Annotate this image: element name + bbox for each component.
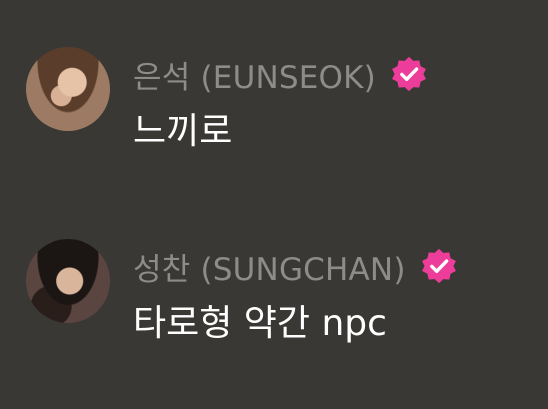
message-text: 느끼로 bbox=[133, 111, 233, 152]
author-name: 은석 (EUNSEOK) bbox=[133, 59, 376, 96]
verified-checkmark-icon bbox=[421, 248, 456, 284]
chat-message: 성찬 (SUNGCHAN) 타로형 약간 npc bbox=[26, 234, 536, 344]
author-name: 성찬 (SUNGCHAN) bbox=[133, 251, 406, 288]
avatar[interactable] bbox=[26, 239, 110, 323]
author-row: 은석 (EUNSEOK) bbox=[133, 52, 428, 96]
message-text: 타로형 약간 npc bbox=[133, 303, 387, 344]
chat-message: 은석 (EUNSEOK) 느끼로 bbox=[26, 42, 536, 152]
author-row: 성찬 (SUNGCHAN) bbox=[133, 244, 458, 288]
verified-checkmark-icon bbox=[392, 56, 426, 92]
avatar[interactable] bbox=[26, 47, 110, 131]
